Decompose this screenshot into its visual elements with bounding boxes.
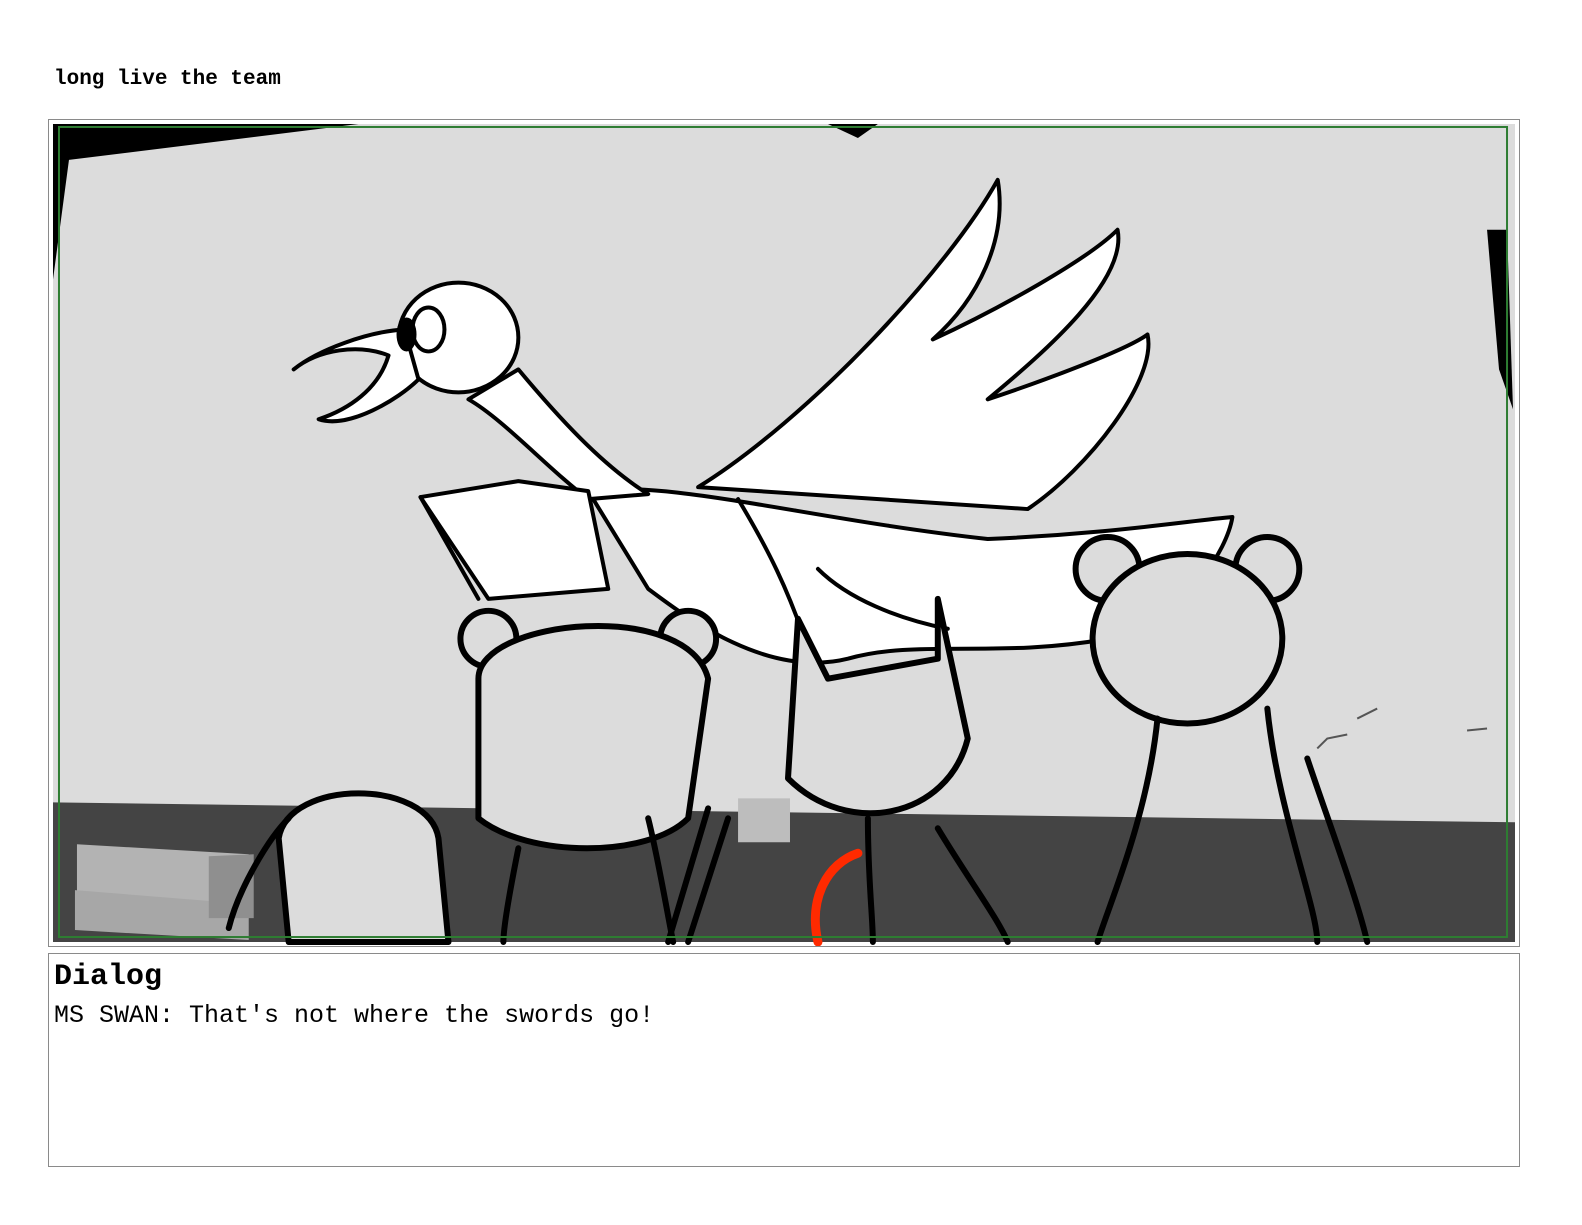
dialog-heading: Dialog xyxy=(54,960,163,994)
storyboard-sketch-image xyxy=(52,123,1516,946)
dialog-text: MS SWAN: That's not where the swords go! xyxy=(54,1001,655,1030)
scene-title: long live the team xyxy=(54,68,281,91)
storyboard-panel xyxy=(48,119,1520,947)
dialog-box: Dialog MS SWAN: That's not where the swo… xyxy=(48,953,1520,1167)
